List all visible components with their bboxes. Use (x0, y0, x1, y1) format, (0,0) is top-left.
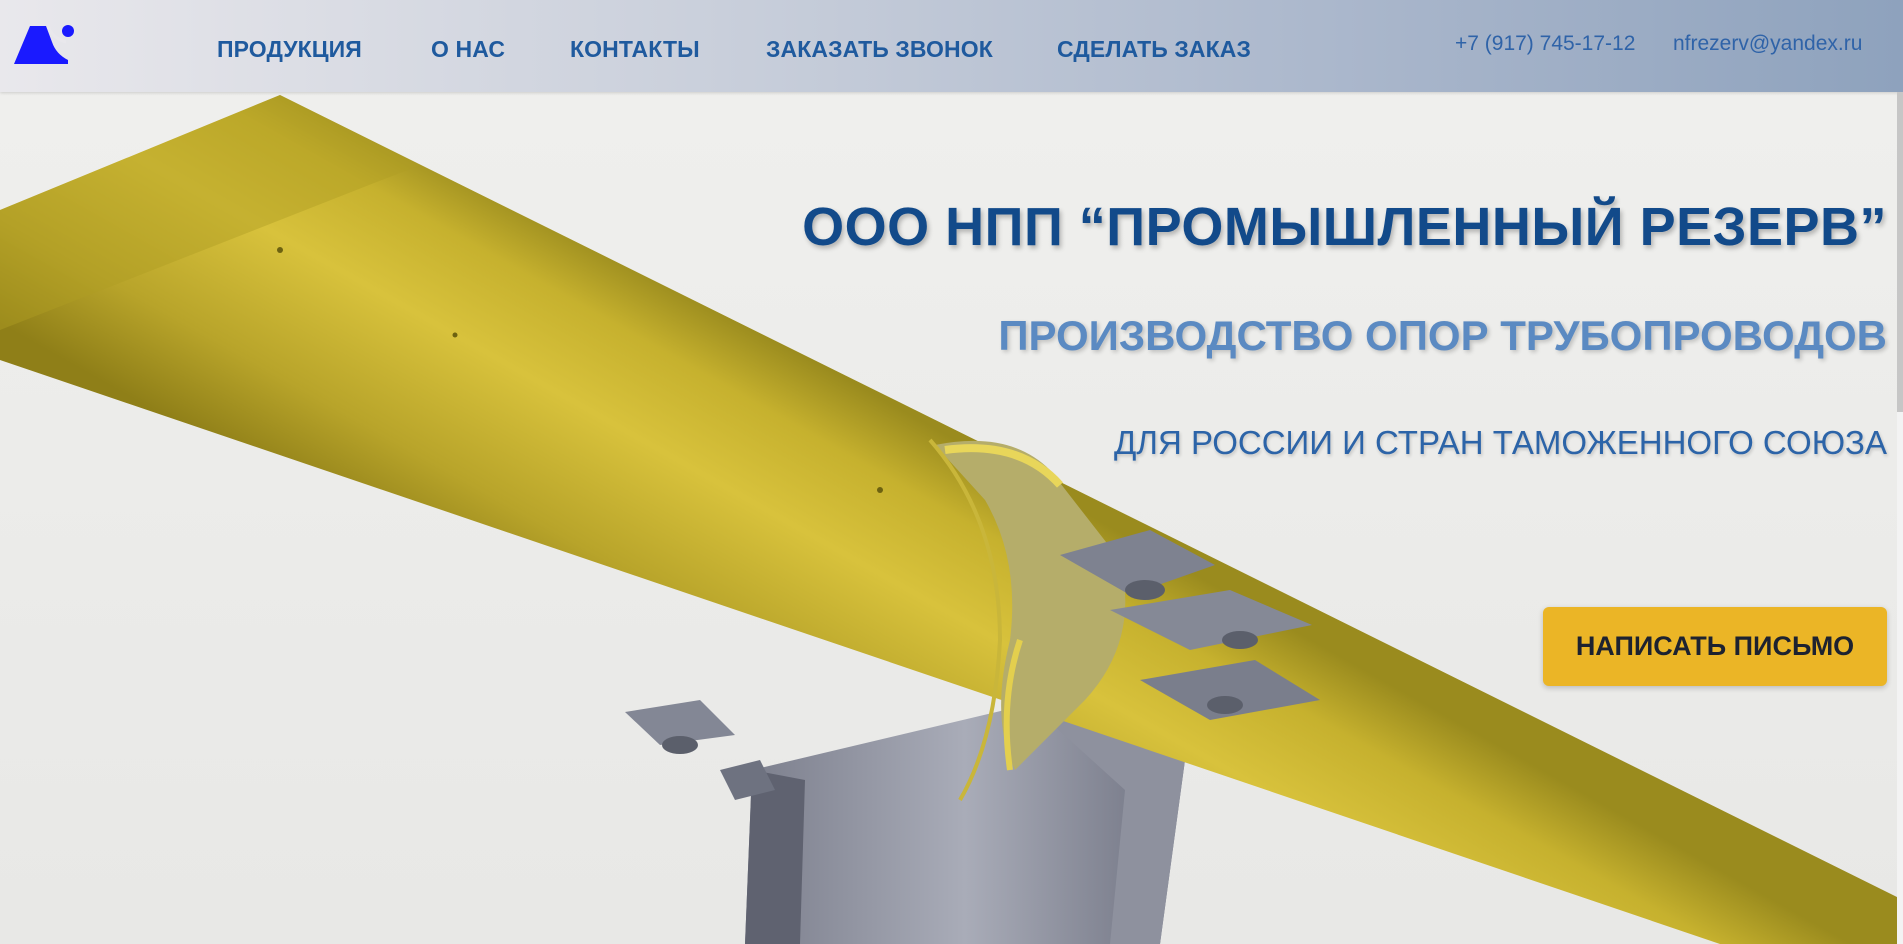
pipeline-photo (0, 95, 1903, 944)
company-logo[interactable] (12, 20, 74, 66)
site-header: ПРОДУКЦИЯ О НАС КОНТАКТЫ ЗАКАЗАТЬ ЗВОНОК… (0, 0, 1903, 92)
nav-products[interactable]: ПРОДУКЦИЯ (217, 36, 362, 63)
nav-request-call[interactable]: ЗАКАЗАТЬ ЗВОНОК (766, 36, 993, 63)
hero-subtitle: ПРОИЗВОДСТВО ОПОР ТРУБОПРОВОДОВ (998, 312, 1887, 359)
nav-about[interactable]: О НАС (431, 36, 505, 63)
write-letter-button[interactable]: НАПИСАТЬ ПИСЬМО (1543, 607, 1887, 686)
nav-place-order[interactable]: СДЕЛАТЬ ЗАКАЗ (1057, 36, 1251, 63)
hero-title: ООО НПП “ПРОМЫШЛЕННЫЙ РЕЗЕРВ” (802, 197, 1887, 257)
hero-section (0, 0, 1903, 944)
email-link[interactable]: nfrezerv@yandex.ru (1673, 32, 1862, 56)
scrollbar-thumb[interactable] (1897, 92, 1903, 412)
hero-tagline: ДЛЯ РОССИИ И СТРАН ТАМОЖЕННОГО СОЮЗА (1113, 424, 1887, 461)
phone-link[interactable]: +7 (917) 745-17-12 (1455, 32, 1635, 56)
nav-contacts[interactable]: КОНТАКТЫ (570, 36, 700, 63)
